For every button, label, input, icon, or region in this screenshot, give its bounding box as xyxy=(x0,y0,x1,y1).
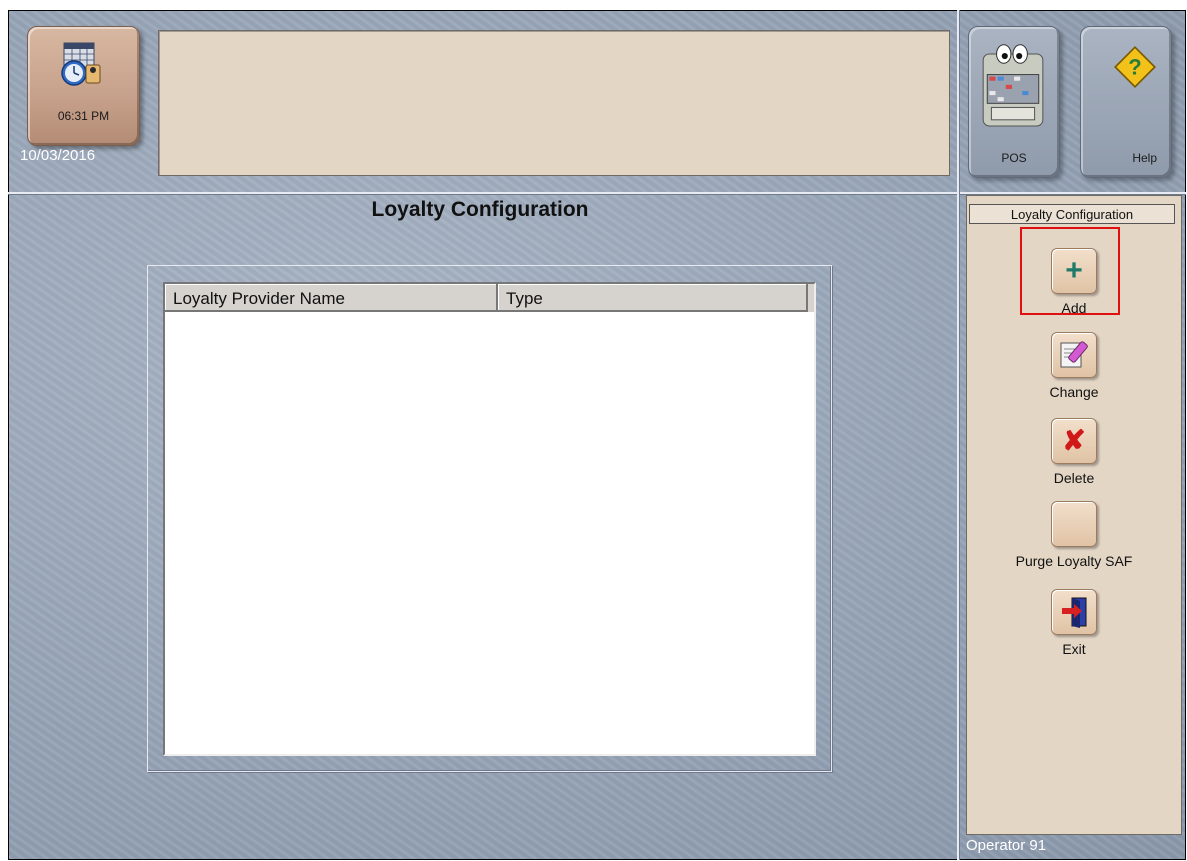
clock-time: 06:31 PM xyxy=(57,109,110,123)
current-date: 10/03/2016 xyxy=(20,147,96,164)
list-header: Loyalty Provider Name Type xyxy=(165,284,814,312)
change-action: Change xyxy=(967,332,1181,400)
exit-button[interactable] xyxy=(1051,589,1097,635)
column-header-type[interactable]: Type xyxy=(498,284,808,312)
calendar-clock-icon xyxy=(61,42,101,86)
add-highlight-box xyxy=(1020,227,1120,315)
change-button[interactable] xyxy=(1051,332,1097,378)
page-title: Loyalty Configuration xyxy=(371,198,589,221)
svg-text:?: ? xyxy=(1128,55,1141,80)
sidebar-divider xyxy=(957,10,960,860)
edit-icon xyxy=(1060,341,1088,368)
pos-terminal-icon xyxy=(982,44,1044,127)
purge-loyalty-saf-button[interactable] xyxy=(1051,501,1097,547)
purge-loyalty-saf-action: Purge Loyalty SAF xyxy=(967,501,1181,569)
exit-door-icon xyxy=(1062,597,1087,628)
pos-button[interactable]: POS xyxy=(968,26,1060,178)
operator-status: Operator 91 xyxy=(966,837,1047,854)
delete-action: ✘ Delete xyxy=(967,418,1181,486)
loyalty-provider-list[interactable]: Loyalty Provider Name Type xyxy=(163,282,816,756)
help-diamond-icon: ? xyxy=(1114,46,1156,88)
purge-loyalty-saf-label: Purge Loyalty SAF xyxy=(1015,553,1133,569)
help-button[interactable]: ? Help xyxy=(1080,26,1172,178)
action-panel-title: Loyalty Configuration xyxy=(969,204,1175,224)
clock-button[interactable]: 06:31 PM xyxy=(27,26,140,146)
delete-label: Delete xyxy=(1053,470,1095,486)
message-area xyxy=(158,30,950,176)
delete-x-icon: ✘ xyxy=(1062,425,1086,456)
column-header-provider-name[interactable]: Loyalty Provider Name xyxy=(165,284,498,312)
delete-button[interactable]: ✘ xyxy=(1051,418,1097,464)
exit-label: Exit xyxy=(1062,641,1086,657)
pos-label: POS xyxy=(1001,151,1027,165)
help-label: Help xyxy=(1132,151,1157,165)
exit-action: Exit xyxy=(967,589,1181,657)
change-label: Change xyxy=(1049,384,1099,400)
